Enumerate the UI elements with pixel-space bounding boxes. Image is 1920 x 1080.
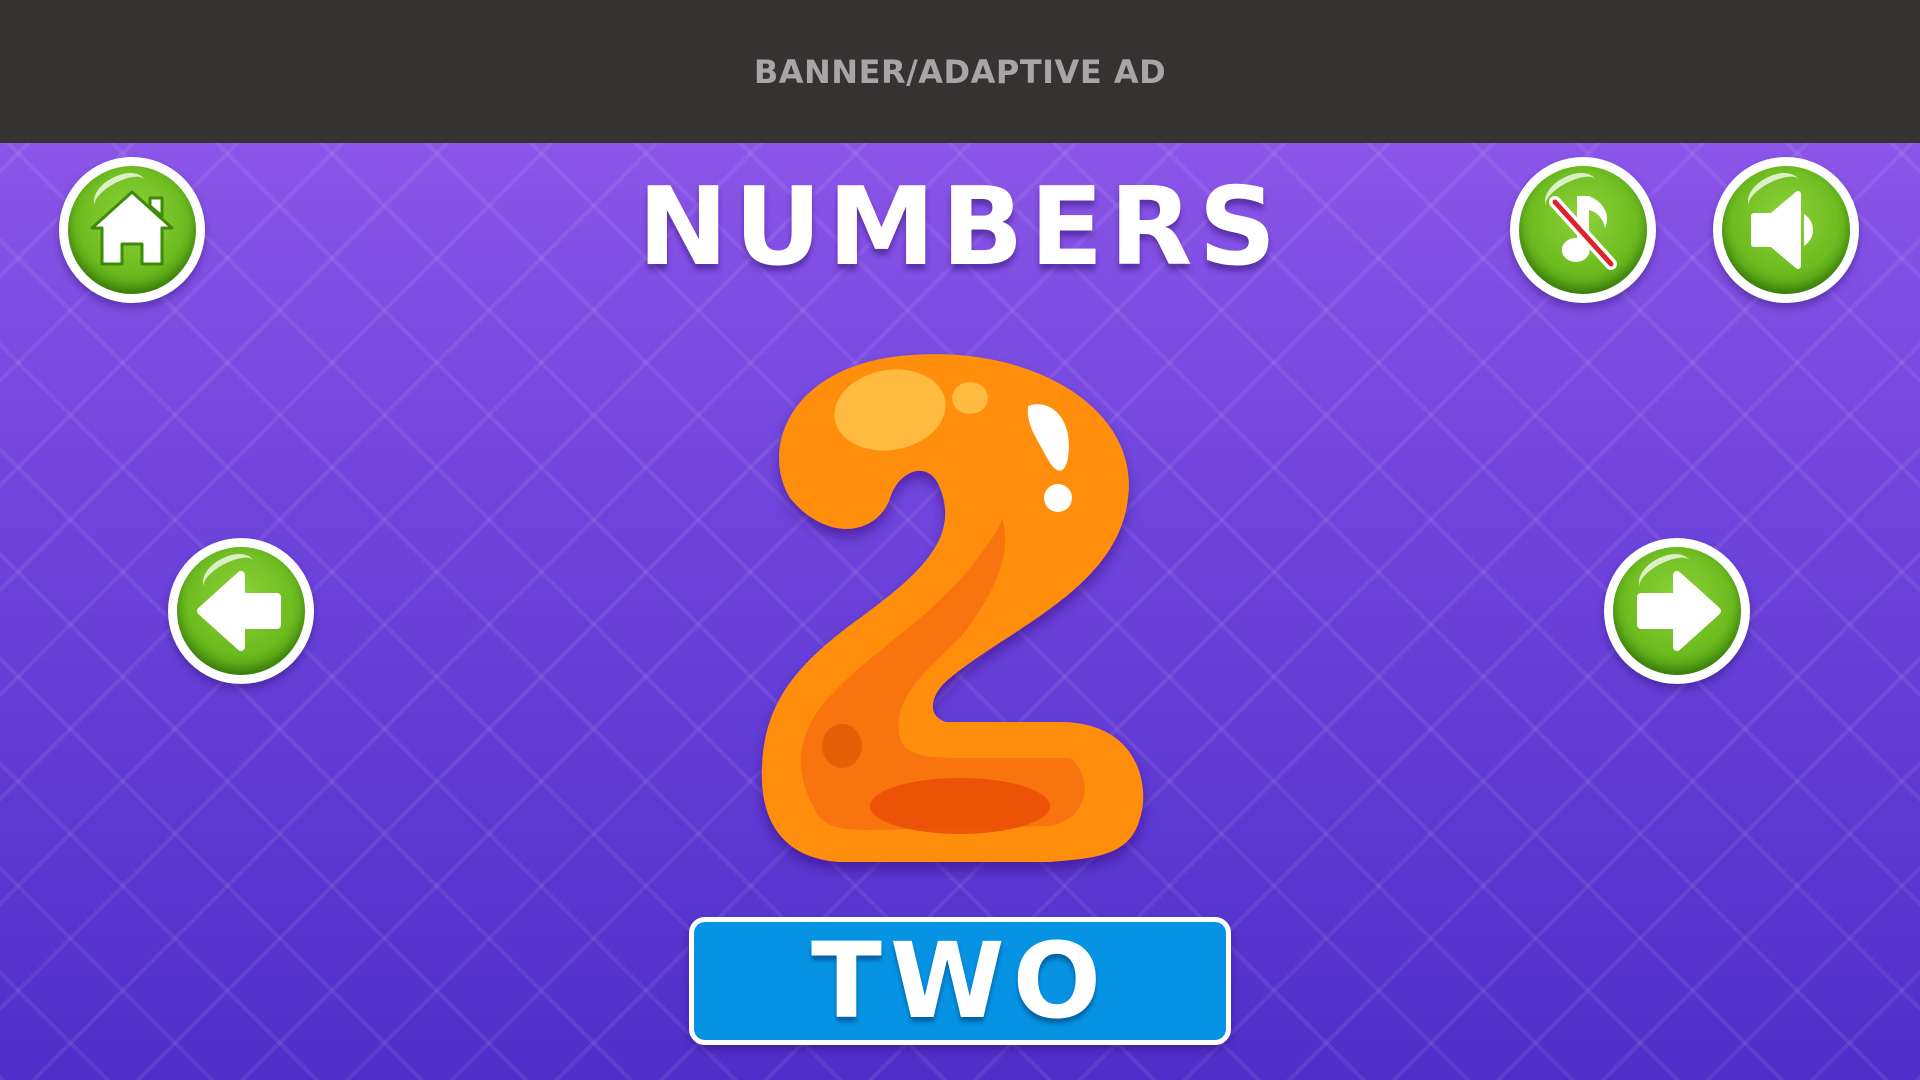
speaker-icon <box>1751 191 1813 269</box>
game-area: NUMBERS TWO <box>0 143 1920 1080</box>
home-icon <box>90 190 174 266</box>
home-button[interactable] <box>59 157 205 303</box>
number-two-figure <box>761 354 1144 862</box>
music-muted-icon <box>1549 196 1617 270</box>
arrow-right-icon <box>1637 571 1721 651</box>
number-word-text: TWO <box>810 920 1110 1042</box>
ad-banner-label: BANNER/ADAPTIVE AD <box>753 52 1167 91</box>
music-toggle-button[interactable] <box>1510 157 1656 303</box>
page-title: NUMBERS <box>637 165 1283 290</box>
arrow-left-icon <box>197 571 281 651</box>
number-word-label: TWO <box>689 917 1231 1045</box>
next-button[interactable] <box>1604 538 1750 684</box>
sound-toggle-button[interactable] <box>1713 157 1859 303</box>
game-screen: BANNER/ADAPTIVE AD NUMBERS TWO <box>0 0 1920 1080</box>
ad-banner[interactable]: BANNER/ADAPTIVE AD <box>0 0 1920 143</box>
previous-button[interactable] <box>168 538 314 684</box>
